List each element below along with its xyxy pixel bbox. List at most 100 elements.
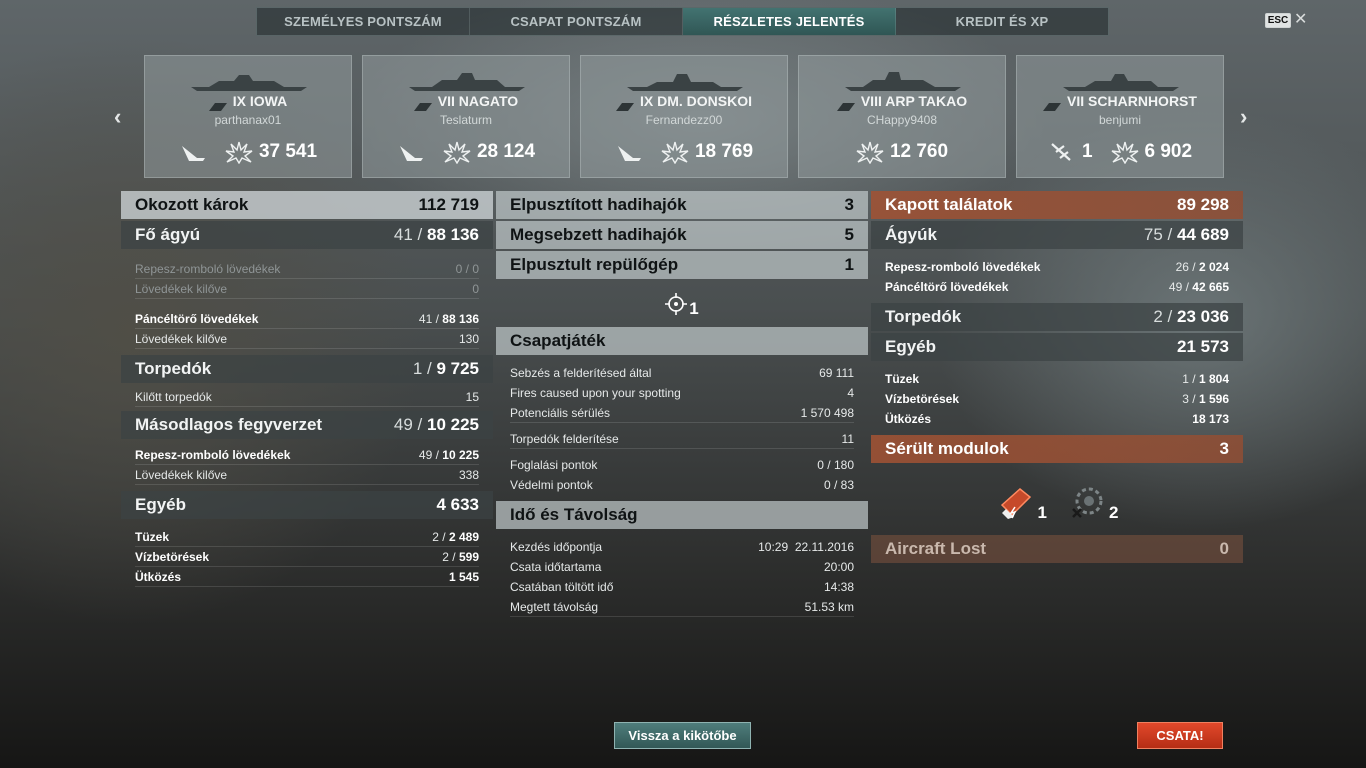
- ship-name: VII SCHARNHORST: [1017, 93, 1223, 112]
- ship-name: VII NAGATO: [363, 93, 569, 112]
- stat-row: Lövedékek kilőve 130: [135, 329, 479, 349]
- team-play-header: Csapatjáték: [496, 327, 868, 355]
- plane-shot-down-icon: [1051, 143, 1071, 161]
- kills-panel: Elpusztított hadihajók 3 Megsebzett hadi…: [496, 191, 868, 623]
- section-label: Fő ágyú: [135, 225, 201, 244]
- destroyed-ships-row: Elpusztított hadihajók 3: [496, 191, 868, 219]
- ship-damage-value: 28 124: [476, 141, 536, 162]
- other-received-section: Egyéb 21 573: [871, 333, 1243, 361]
- header-label: Csapatjáték: [510, 331, 606, 350]
- ship-card[interactable]: VIII ARP TAKAO CHappy9408 12 760: [798, 55, 1006, 178]
- tab-credits-xp[interactable]: KREDIT ÉS XP: [896, 8, 1108, 35]
- ship-name: IX DM. DONSKOI: [581, 93, 787, 112]
- ship-damage-value: 37 541: [258, 141, 318, 162]
- spotted-count: 1: [689, 299, 699, 318]
- battleship-class-icon: [413, 98, 432, 112]
- header-label: Sérült modulok: [885, 439, 1009, 458]
- ship-name-text: VII NAGATO: [437, 93, 519, 109]
- stat-row: Páncéltörő lövedékek 49 / 42 665: [885, 280, 1229, 294]
- battleship-class-icon: [208, 98, 227, 112]
- report-tabs: SZEMÉLYES PONTSZÁM CSAPAT PONTSZÁM RÉSZL…: [256, 7, 1109, 36]
- damaged-modules-icons: 1 2: [871, 465, 1243, 535]
- destroyed-turret-icon: [1072, 487, 1103, 518]
- time-distance-header: Idő és Távolság: [496, 501, 868, 529]
- stat-row: Tüzek 1 / 1 804: [885, 372, 1229, 386]
- stat-row: Repesz-romboló lövedékek 0 / 0: [135, 259, 479, 279]
- crosshair-icon: [665, 293, 688, 315]
- header-value: 3: [1219, 439, 1229, 458]
- player-name: parthanax01: [214, 113, 282, 127]
- ship-silhouette-icon: [627, 74, 743, 91]
- torpedoes-received-section: Torpedók 2 / 23 036: [871, 303, 1243, 331]
- ship-sunk-icon: [617, 146, 641, 161]
- spotted-indicator: 1: [496, 281, 868, 327]
- ship-silhouette-icon: [409, 73, 525, 91]
- tab-detailed-report[interactable]: RÉSZLETES JELENTÉS: [683, 8, 896, 35]
- section-value: 1 / 9 725: [412, 359, 479, 378]
- header-label: Megsebzett hadihajók: [510, 225, 687, 244]
- other-section: Egyéb 4 633: [121, 491, 493, 519]
- section-label: Ágyúk: [885, 225, 937, 244]
- secondary-section: Másodlagos fegyverzet 49 / 10 225: [121, 411, 493, 439]
- ship-card[interactable]: IX IOWA parthanax01 37 541: [144, 55, 352, 178]
- planes-destroyed-value: 1: [1081, 141, 1093, 162]
- header-label: Elpusztított hadihajók: [510, 195, 687, 214]
- esc-key-badge[interactable]: ESC: [1265, 13, 1291, 28]
- stat-row: Ütközés 18 173: [885, 412, 1229, 426]
- header-label: Kapott találatok: [885, 195, 1013, 214]
- module-item: 2: [1069, 485, 1118, 523]
- planes-destroyed-row: Elpusztult repülőgép 1: [496, 251, 868, 279]
- section-value: 21 573: [1177, 337, 1229, 356]
- ship-stats: 37 541: [145, 140, 351, 164]
- section-label: Másodlagos fegyverzet: [135, 415, 323, 434]
- header-label: Okozott károk: [135, 195, 249, 214]
- ship-stats: 12 760: [799, 140, 1005, 164]
- stat-row: Potenciális sérülés 1 570 498: [510, 403, 854, 423]
- guns-received-section: Ágyúk 75 / 44 689: [871, 221, 1243, 249]
- cruiser-class-icon: [836, 98, 855, 112]
- chevron-right-icon[interactable]: ›: [1240, 104, 1247, 130]
- chevron-left-icon[interactable]: ‹: [114, 104, 121, 130]
- header-label: Elpusztult repülőgép: [510, 255, 679, 274]
- stat-row: Repesz-romboló lövedékek 26 / 2 024: [885, 260, 1229, 274]
- player-name: CHappy9408: [866, 113, 938, 127]
- section-value: 75 / 44 689: [1143, 225, 1229, 244]
- section-label: Torpedók: [135, 359, 212, 378]
- ship-card[interactable]: IX DM. DONSKOI Fernandezz00 18 769: [580, 55, 788, 178]
- stat-row: Lövedékek kilőve 0: [135, 279, 479, 299]
- stat-row: Páncéltörő lövedékek 41 / 88 136: [135, 309, 479, 329]
- damage-explosion-icon: [1111, 141, 1138, 164]
- return-to-port-button[interactable]: Vissza a kikötőbe: [614, 722, 751, 749]
- module-count: 2: [1109, 503, 1119, 522]
- secondary-rows: Repesz-romboló lövedékek 49 / 10 225 Löve…: [121, 441, 493, 491]
- damaged-ships-row: Megsebzett hadihajók 5: [496, 221, 868, 249]
- ship-card[interactable]: VII SCHARNHORST benjumi 1 6 902: [1016, 55, 1224, 178]
- torpedoes-section: Torpedók 1 / 9 725: [121, 355, 493, 383]
- team-play-rows: Sebzés a felderítésed által 69 111 Fires …: [496, 357, 868, 501]
- ship-damage-value: 6 902: [1144, 141, 1193, 162]
- tab-team-score[interactable]: CSAPAT PONTSZÁM: [470, 8, 683, 35]
- ship-name-text: VIII ARP TAKAO: [860, 93, 968, 109]
- battle-button[interactable]: CSATA!: [1137, 722, 1223, 749]
- other-received-rows: Tüzek 1 / 1 804 Vízbetörések 3 / 1 596 Ütk…: [871, 363, 1243, 435]
- header-value: 112 719: [418, 195, 479, 214]
- ship-stats: 18 769: [581, 140, 787, 164]
- ship-stats: 1 6 902: [1017, 140, 1223, 164]
- other-rows: Tüzek 2 / 2 489 Vízbetörések 2 / 599 Ütköz…: [121, 521, 493, 593]
- guns-received-rows: Repesz-romboló lövedékek 26 / 2 024 Páncé…: [871, 251, 1243, 303]
- ship-card[interactable]: VII NAGATO Teslaturm 28 124: [362, 55, 570, 178]
- ship-name-text: IX DM. DONSKOI: [639, 93, 752, 109]
- stat-row: Csatában töltött idő 14:38: [510, 580, 854, 594]
- tab-personal-score[interactable]: SZEMÉLYES PONTSZÁM: [257, 8, 470, 35]
- damage-received-panel: Kapott találatok 89 298 Ágyúk 75 / 44 68…: [871, 191, 1243, 565]
- header-value: 5: [844, 225, 854, 244]
- header-label: Idő és Távolság: [510, 505, 638, 524]
- ship-silhouette-icon: [191, 75, 307, 91]
- header-value: 0: [1219, 539, 1229, 558]
- damaged-modules-header: Sérült modulok 3: [871, 435, 1243, 463]
- close-icon[interactable]: ✕: [1294, 9, 1307, 29]
- stat-row: Tüzek 2 / 2 489: [135, 527, 479, 547]
- hits-received-header: Kapott találatok 89 298: [871, 191, 1243, 219]
- main-guns-rows: Repesz-romboló lövedékek 0 / 0 Lövedékek …: [121, 251, 493, 355]
- time-distance-rows: Kezdés időpontja 10:29 22.11.2016 Csata i…: [496, 531, 868, 623]
